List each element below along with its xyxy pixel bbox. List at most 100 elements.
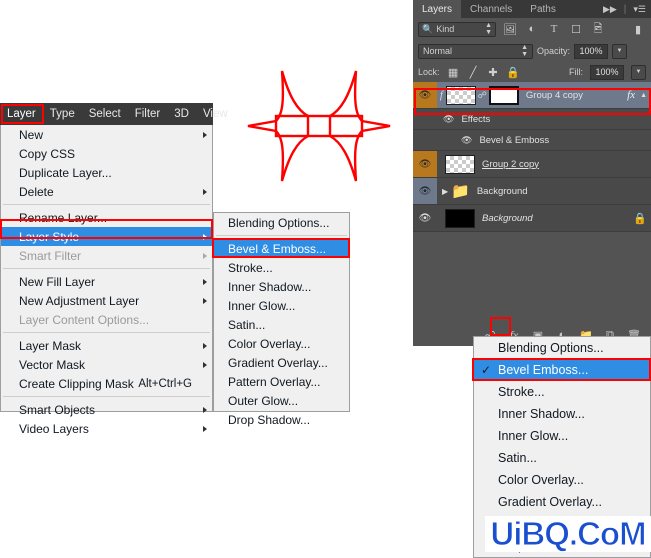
expand-effects-icon[interactable]: ▲	[640, 92, 647, 99]
chevron-right-icon[interactable]: ▶	[442, 187, 448, 196]
tab-layers[interactable]: Layers	[413, 0, 462, 18]
menubar-item-type[interactable]: Type	[43, 105, 82, 123]
fx-menu-item-stroke[interactable]: Stroke...	[474, 381, 650, 403]
layer-row-background-group[interactable]: 👁 ▶ 📁 Background	[413, 178, 651, 205]
menu-item-create-clipping-mask[interactable]: Create Clipping Mask Alt+Ctrl+G	[1, 374, 212, 393]
lock-position-icon[interactable]: ✚	[487, 66, 500, 79]
checkmark-icon: ✓	[481, 363, 492, 377]
filter-pixel-layers-icon[interactable]: 🖼	[502, 21, 518, 37]
fx-menu-item-gradient-overlay[interactable]: Gradient Overlay...	[474, 491, 650, 513]
menu-item-duplicate-layer[interactable]: Duplicate Layer...	[1, 163, 212, 182]
menu-item-new-adjustment-layer[interactable]: New Adjustment Layer	[1, 291, 212, 310]
layer-mask-thumbnail[interactable]	[488, 85, 519, 105]
menu-item-delete[interactable]: Delete	[1, 182, 212, 201]
submenu-item-drop-shadow[interactable]: Drop Shadow...	[214, 410, 349, 429]
submenu-item-gradient-overlay[interactable]: Gradient Overlay...	[214, 353, 349, 372]
fill-stepper-icon[interactable]: ▼	[631, 64, 646, 80]
collapse-panels-icon[interactable]: ▶▶	[603, 4, 617, 15]
layer-visibility-toggle[interactable]: 👁	[413, 178, 437, 204]
layer-row-effects[interactable]: 👁 Effects	[413, 109, 651, 130]
menu-item-rename-layer[interactable]: Rename Layer...	[1, 208, 212, 227]
layer-name[interactable]: Group 4 copy	[526, 90, 583, 101]
layer-row-background[interactable]: 👁 Background 🔒	[413, 205, 651, 232]
filter-toggle-switch[interactable]: ▮	[630, 21, 646, 37]
submenu-item-color-overlay[interactable]: Color Overlay...	[214, 334, 349, 353]
panel-menu-icon[interactable]: ▾☰	[633, 4, 646, 15]
chevron-right-icon	[203, 188, 207, 195]
filter-adjustment-layers-icon[interactable]: ◐	[524, 21, 540, 37]
lock-image-pixels-icon[interactable]: ╱	[467, 66, 480, 79]
submenu-item-blending-options[interactable]: Blending Options...	[214, 213, 349, 232]
fill-value[interactable]: 100%	[590, 64, 624, 80]
layer-name[interactable]: Group 2 copy	[482, 159, 539, 170]
submenu-item-label: Bevel & Emboss...	[228, 241, 327, 256]
filter-smart-objects-icon[interactable]: 🖻	[590, 21, 606, 37]
fx-menu-item-inner-shadow[interactable]: Inner Shadow...	[474, 403, 650, 425]
opacity-value[interactable]: 100%	[574, 43, 609, 59]
menu-item-new[interactable]: New	[1, 125, 212, 144]
layer-thumbnail[interactable]	[445, 154, 475, 174]
link-mask-icon[interactable]: ☍	[478, 90, 487, 101]
lock-transparent-pixels-icon[interactable]: ▦	[447, 66, 460, 79]
blend-mode-select[interactable]: Normal ▲ ▼	[418, 43, 533, 59]
eye-icon: 👁	[418, 89, 432, 101]
layer-visibility-toggle[interactable]: 👁	[413, 151, 437, 177]
filter-kind-select[interactable]: 🔍 Kind ▲ ▼	[418, 21, 496, 37]
layer-thumbnail[interactable]	[445, 85, 476, 105]
layer-visibility-toggle[interactable]: 👁	[413, 82, 437, 108]
submenu-item-satin[interactable]: Satin...	[214, 315, 349, 334]
fx-menu-item-satin[interactable]: Satin...	[474, 447, 650, 469]
fx-badge-icon[interactable]: fx	[627, 89, 635, 101]
layer-row-bevel-emboss-effect[interactable]: 👁 Bevel & Emboss	[413, 130, 651, 151]
eye-icon[interactable]: 👁	[461, 135, 472, 146]
fx-menu-item-bevel-emboss[interactable]: ✓ Bevel Emboss...	[474, 359, 650, 381]
filter-shape-layers-icon[interactable]: ☐	[568, 21, 584, 37]
submenu-item-inner-shadow[interactable]: Inner Shadow...	[214, 277, 349, 296]
fx-menu-item-inner-glow[interactable]: Inner Glow...	[474, 425, 650, 447]
tab-channels[interactable]: Channels	[461, 0, 521, 18]
menubar-item-select[interactable]: Select	[82, 105, 128, 123]
menu-separator	[3, 204, 210, 205]
menu-item-video-layers[interactable]: Video Layers	[1, 419, 212, 438]
menu-item-vector-mask[interactable]: Vector Mask	[1, 355, 212, 374]
menu-item-label: Vector Mask	[19, 357, 86, 372]
submenu-item-outer-glow[interactable]: Outer Glow...	[214, 391, 349, 410]
submenu-item-bevel-emboss[interactable]: Bevel & Emboss...	[214, 239, 349, 258]
menu-item-label: Smart Objects	[19, 402, 96, 417]
menu-item-label: Copy CSS	[19, 146, 76, 161]
layer-thumbnail[interactable]	[445, 208, 475, 228]
layer-visibility-toggle[interactable]: 👁	[413, 205, 437, 231]
submenu-item-inner-glow[interactable]: Inner Glow...	[214, 296, 349, 315]
fx-menu-item-color-overlay[interactable]: Color Overlay...	[474, 469, 650, 491]
menu-item-new-fill-layer[interactable]: New Fill Layer	[1, 272, 212, 291]
menu-item-smart-objects[interactable]: Smart Objects	[1, 400, 212, 419]
filter-type-layers-icon[interactable]: T	[546, 21, 562, 37]
menu-item-copy-css[interactable]: Copy CSS	[1, 144, 212, 163]
lock-all-icon[interactable]: 🔒	[506, 66, 520, 79]
submenu-item-stroke[interactable]: Stroke...	[214, 258, 349, 277]
eye-icon: 👁	[418, 185, 432, 197]
menubar-item-filter[interactable]: Filter	[128, 105, 168, 123]
fx-menu-item-blending-options[interactable]: Blending Options...	[474, 337, 650, 359]
fx-menu-item-label: Inner Shadow...	[498, 407, 585, 421]
menu-item-layer-style[interactable]: Layer Style	[1, 227, 212, 246]
layer-name[interactable]: Background	[477, 186, 528, 197]
chevron-right-icon	[203, 342, 207, 349]
layer-row-group-4-copy[interactable]: 👁 f ☍ Group 4 copy fx ▲	[413, 82, 651, 109]
chevron-right-icon	[203, 131, 207, 138]
eye-icon[interactable]: 👁	[443, 114, 454, 125]
opacity-stepper-icon[interactable]: ▼	[612, 43, 628, 59]
eye-icon: 👁	[418, 158, 432, 170]
layer-row-group-2-copy[interactable]: 👁 Group 2 copy	[413, 151, 651, 178]
menu-item-layer-mask[interactable]: Layer Mask	[1, 336, 212, 355]
menu-item-label: Delete	[19, 184, 54, 199]
submenu-item-label: Gradient Overlay...	[228, 355, 328, 370]
eye-icon: 👁	[418, 212, 432, 224]
menubar-item-3d[interactable]: 3D	[167, 105, 196, 123]
layer-name[interactable]: Background	[482, 213, 533, 224]
submenu-item-pattern-overlay[interactable]: Pattern Overlay...	[214, 372, 349, 391]
menubar-item-view[interactable]: View	[196, 105, 235, 123]
chevron-right-icon	[203, 252, 207, 259]
blend-mode-row: Normal ▲ ▼ Opacity: 100% ▼	[413, 40, 651, 62]
tab-paths[interactable]: Paths	[521, 0, 565, 18]
